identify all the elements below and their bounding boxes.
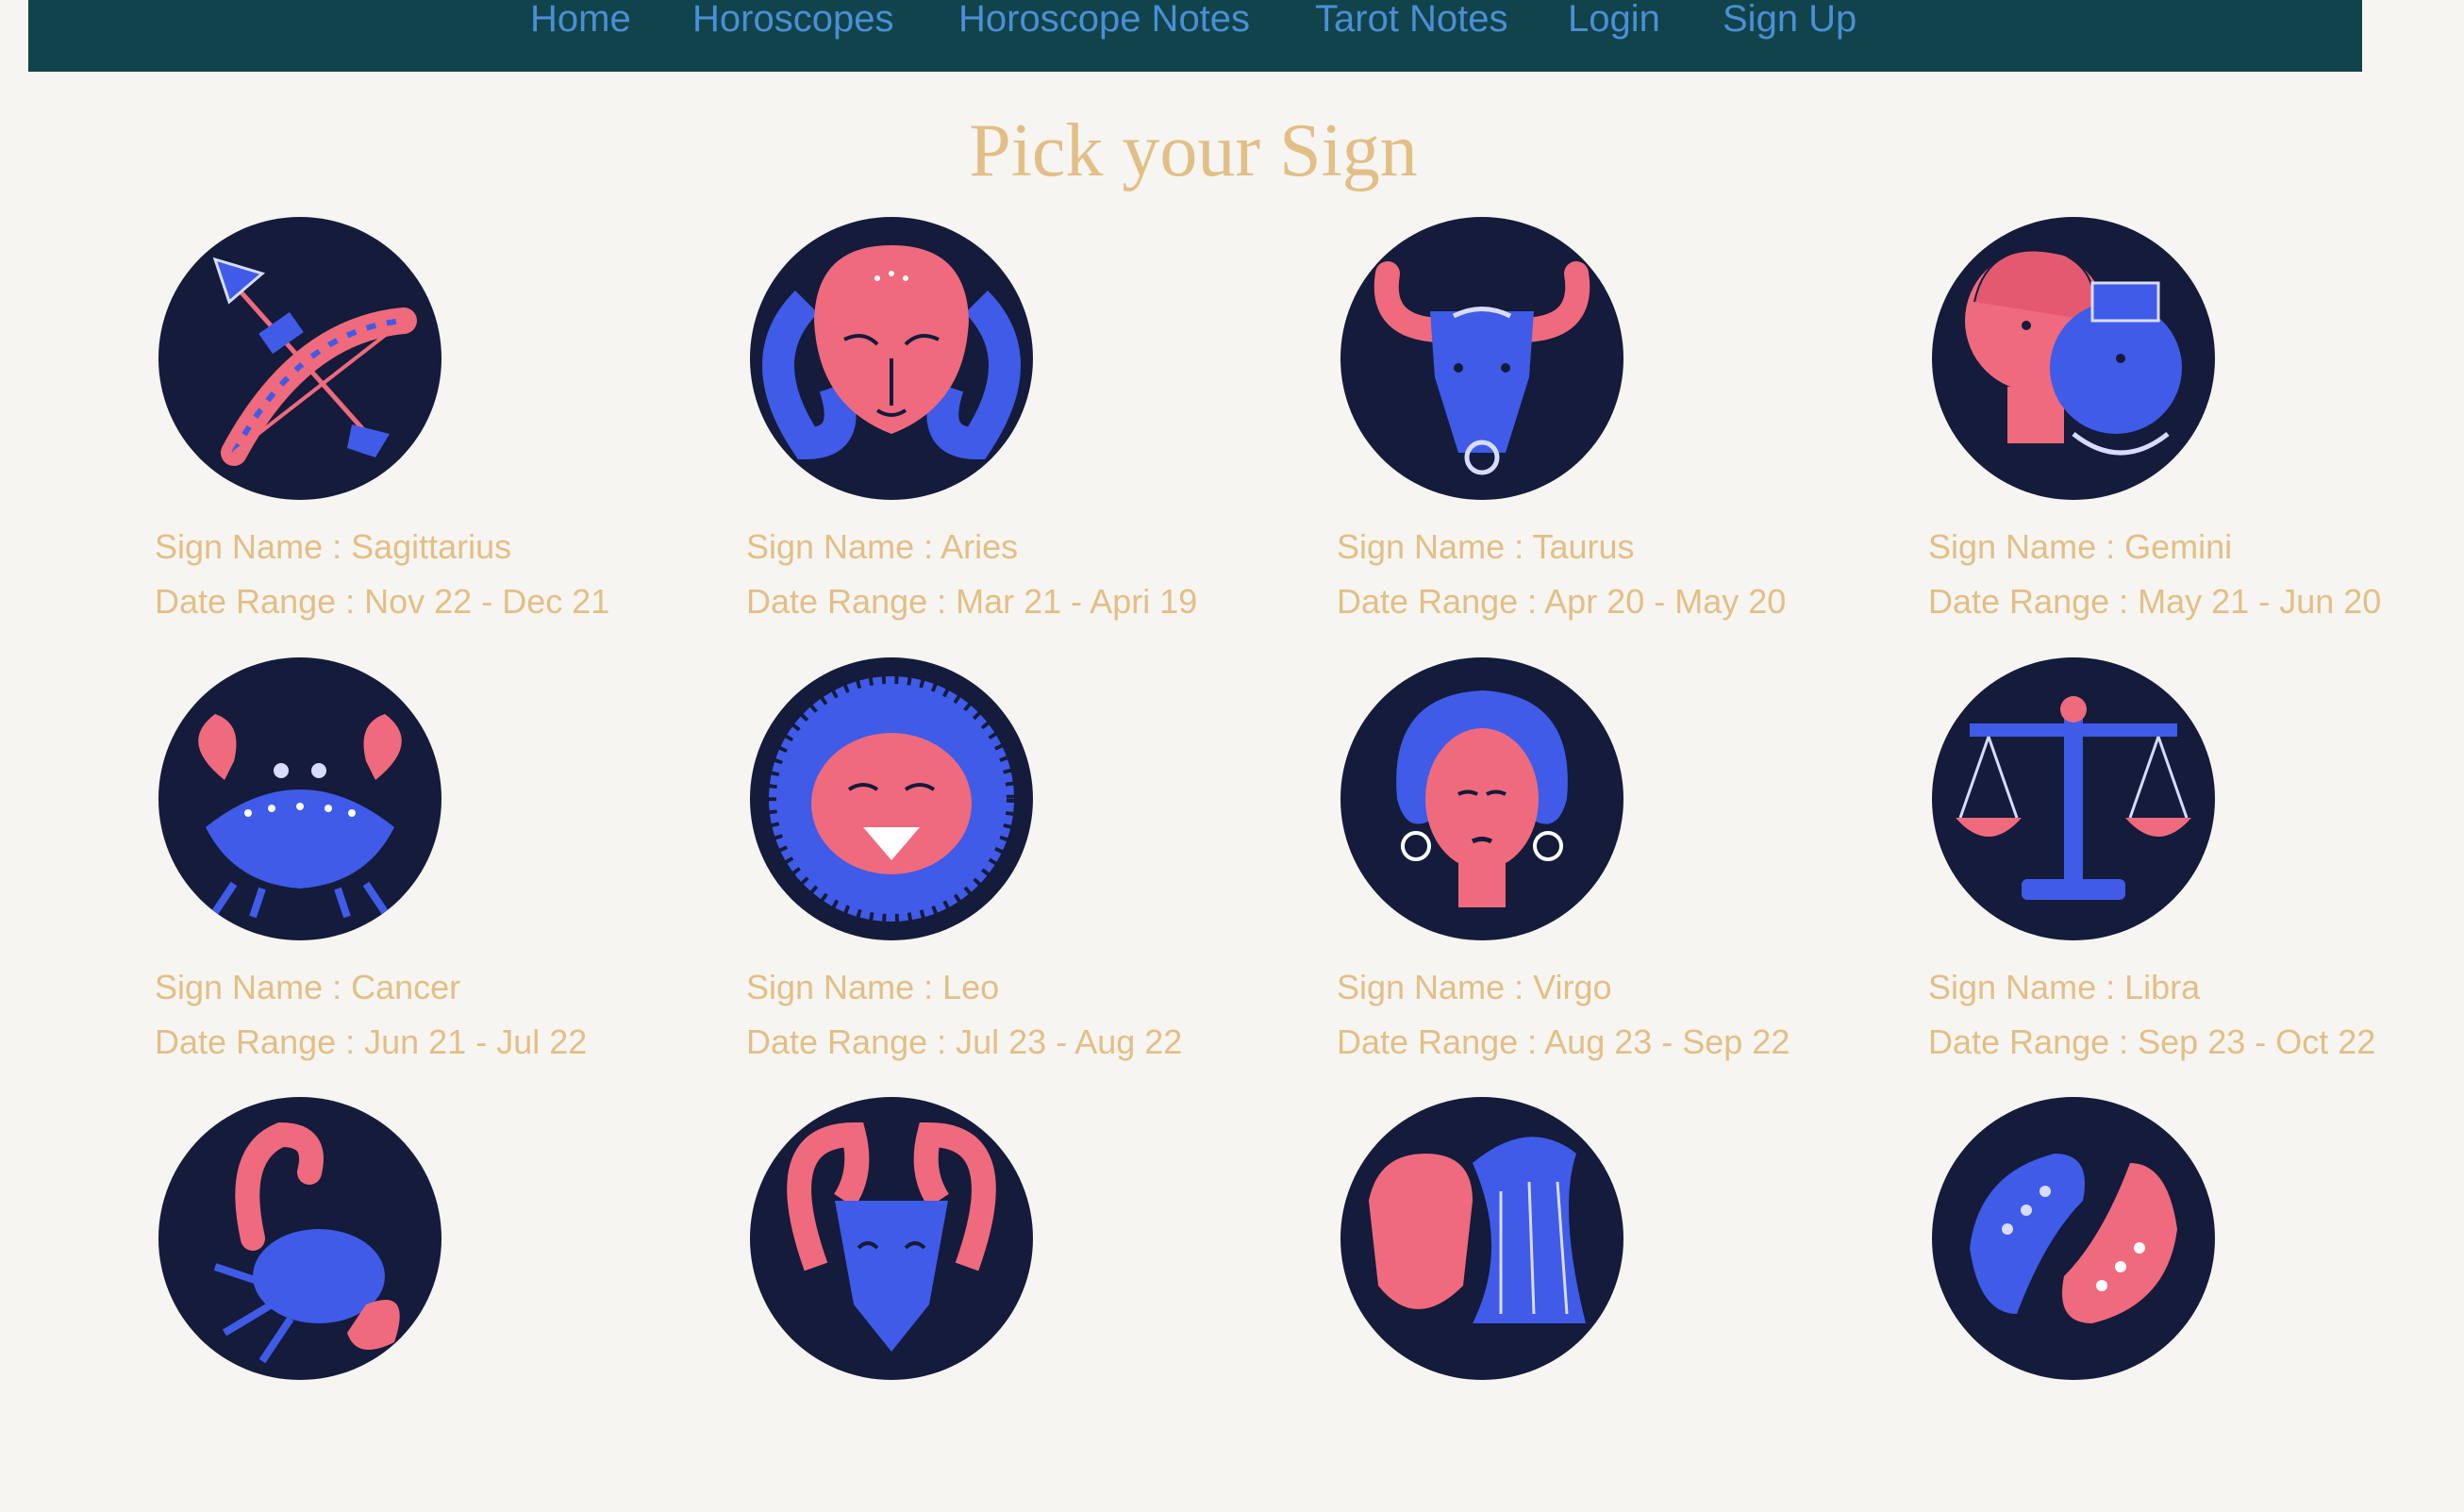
libra-scales-icon[interactable] bbox=[1932, 657, 2215, 940]
nav-link-sign-up[interactable]: Sign Up bbox=[1723, 0, 1856, 38]
sign-name-label: Sign Name : Taurus bbox=[1337, 527, 1635, 566]
date-range-label: Date Range : Apr 20 - May 20 bbox=[1337, 582, 1787, 621]
sign-name-label: Sign Name : Libra bbox=[1928, 968, 2201, 1006]
sign-name-label: Sign Name : Virgo bbox=[1337, 968, 1612, 1006]
sign-name-label: Sign Name : Aries bbox=[746, 527, 1019, 566]
nav-link-login[interactable]: Login bbox=[1568, 0, 1660, 38]
gemini-twins-icon[interactable] bbox=[1932, 217, 2215, 500]
sign-card-aries[interactable]: Sign Name : Aries Date Range : Mar 21 - … bbox=[746, 217, 1278, 632]
date-range-label: Date Range : Jun 21 - Jul 22 bbox=[155, 1022, 588, 1061]
sign-card-leo[interactable]: Sign Name : Leo Date Range : Jul 23 - Au… bbox=[746, 657, 1278, 1072]
sagittarius-archer-icon[interactable] bbox=[158, 217, 441, 500]
sign-card-scorpio[interactable] bbox=[158, 1097, 687, 1512]
capricorn-goat-icon[interactable] bbox=[750, 1097, 1033, 1380]
date-range-label: Date Range : Mar 21 - Apri 19 bbox=[746, 582, 1198, 621]
sign-card-cancer[interactable]: Sign Name : Cancer Date Range : Jun 21 -… bbox=[155, 657, 687, 1072]
sign-card-libra[interactable]: Sign Name : Libra Date Range : Sep 23 - … bbox=[1928, 657, 2460, 1072]
sign-name-label: Sign Name : Cancer bbox=[155, 968, 461, 1006]
leo-lion-icon[interactable] bbox=[750, 657, 1033, 940]
cancer-crab-icon[interactable] bbox=[158, 657, 441, 940]
sign-card-aquarius[interactable] bbox=[1340, 1097, 1869, 1512]
date-range-label: Date Range : Sep 23 - Oct 22 bbox=[1928, 1022, 2376, 1061]
date-range-label: Date Range : Jul 23 - Aug 22 bbox=[746, 1022, 1183, 1061]
nav-link-tarot-notes[interactable]: Tarot Notes bbox=[1315, 0, 1508, 38]
top-navbar: Home Horoscopes Horoscope Notes Tarot No… bbox=[28, 0, 2362, 72]
sign-name-label: Sign Name : Sagittarius bbox=[155, 527, 512, 566]
date-range-label: Date Range : Nov 22 - Dec 21 bbox=[155, 582, 610, 621]
sign-card-sagittarius[interactable]: Sign Name : Sagittarius Date Range : Nov… bbox=[155, 217, 687, 632]
page-title: Pick your Sign bbox=[969, 109, 1418, 192]
sign-name-label: Sign Name : Gemini bbox=[1928, 527, 2233, 566]
sign-card-virgo[interactable]: Sign Name : Virgo Date Range : Aug 23 - … bbox=[1337, 657, 1869, 1072]
sign-card-capricorn[interactable] bbox=[750, 1097, 1278, 1512]
virgo-maiden-icon[interactable] bbox=[1340, 657, 1623, 940]
sign-card-taurus[interactable]: Sign Name : Taurus Date Range : Apr 20 -… bbox=[1337, 217, 1869, 632]
sign-card-pisces[interactable] bbox=[1932, 1097, 2460, 1512]
pisces-fish-icon[interactable] bbox=[1932, 1097, 2215, 1380]
aries-ram-icon[interactable] bbox=[750, 217, 1033, 500]
sign-name-label: Sign Name : Leo bbox=[746, 968, 1000, 1006]
date-range-label: Date Range : May 21 - Jun 20 bbox=[1928, 582, 2382, 621]
taurus-bull-icon[interactable] bbox=[1340, 217, 1623, 500]
nav-link-horoscope-notes[interactable]: Horoscope Notes bbox=[958, 0, 1250, 38]
date-range-label: Date Range : Aug 23 - Sep 22 bbox=[1337, 1022, 1790, 1061]
nav-link-home[interactable]: Home bbox=[530, 0, 631, 38]
scorpio-scorpion-icon[interactable] bbox=[158, 1097, 441, 1380]
aquarius-water-bearer-icon[interactable] bbox=[1340, 1097, 1623, 1380]
sign-card-gemini[interactable]: Sign Name : Gemini Date Range : May 21 -… bbox=[1928, 217, 2460, 632]
nav-link-horoscopes[interactable]: Horoscopes bbox=[692, 0, 893, 38]
